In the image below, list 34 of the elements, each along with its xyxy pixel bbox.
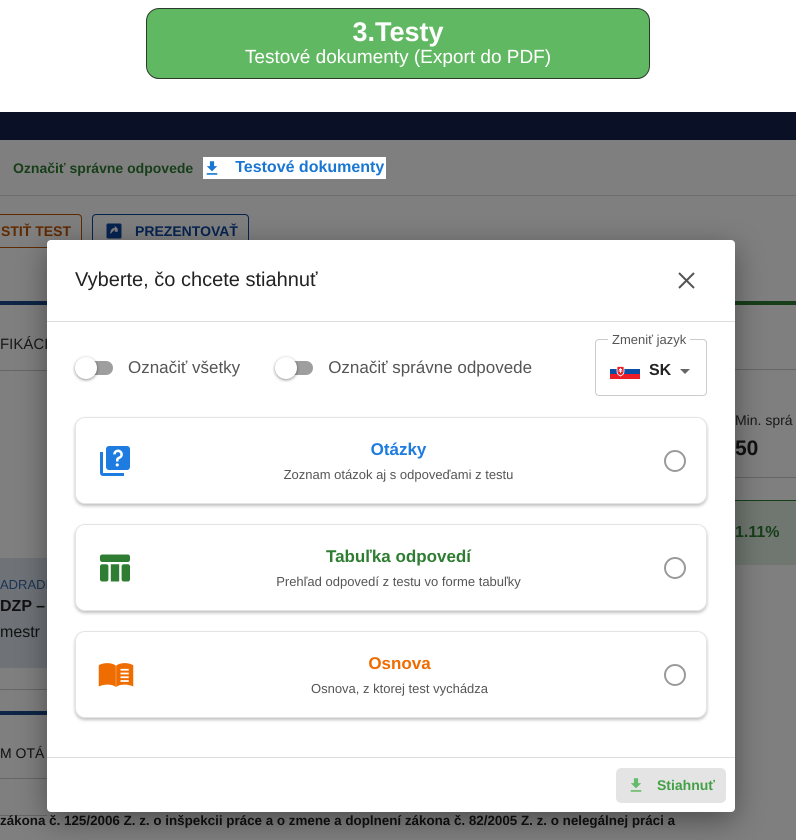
option-description: Zoznam otázok aj s odpoveďami z testu — [284, 466, 514, 482]
documents-link[interactable]: Testové dokumenty — [203, 156, 386, 178]
option-card[interactable]: Osnova Osnova, z ktorej test vychádza — [75, 631, 707, 718]
min-score-value: 50 — [735, 436, 760, 462]
radio-button[interactable] — [664, 664, 686, 686]
toggle-switch[interactable] — [275, 356, 316, 378]
slovak-flag-icon — [610, 364, 640, 378]
option-title: Osnova — [368, 654, 431, 674]
section-heading: FIKÁCI — [0, 335, 47, 355]
option-title: Otázky — [370, 440, 426, 460]
caret-icon — [680, 368, 690, 374]
close-icon — [678, 272, 695, 289]
option-description: Prehľad odpovedí z testu vo forme tabuľky — [276, 574, 521, 588]
percentage-value: 1.11% — [735, 524, 780, 542]
option-title: Tabuľka odpovedí — [326, 546, 472, 566]
law-text: zákona č. 125/2006 Z. z. o inšpekcii práce a o zmene a doplnení zákona č. 82/2005 Z. z. o nelegálnej práci a — [0, 813, 676, 829]
panel-text: mestr — [0, 623, 41, 643]
banner-subtitle: Testové dokumenty (Export do PDF) — [244, 46, 552, 70]
option-card[interactable]: Tabuľka odpovedí Prehľad odpovedí z testu vo forme tabuľky — [75, 524, 707, 611]
list-heading: M OTÁ — [0, 744, 46, 763]
toggle-label: Označiť všetky — [128, 358, 240, 378]
min-score-label: Min. sprá — [735, 411, 794, 429]
radio-button[interactable] — [664, 450, 686, 472]
toggle-switch[interactable] — [75, 356, 115, 378]
language-select[interactable]: Zmeniť jazyk SK — [595, 332, 707, 396]
close-button[interactable] — [678, 272, 695, 289]
dialog-title: Vyberte, čo chcete stiahnuť — [75, 269, 318, 292]
radio-button[interactable] — [664, 556, 686, 578]
option-description: Osnova, z ktorej test vychádza — [310, 680, 488, 696]
banner-title: 3.Testy — [352, 18, 444, 46]
mark-answers-label: Označiť správne odpovede — [13, 160, 194, 176]
option-card[interactable]: Otázky Zoznam otázok aj s odpoveďami z testu — [75, 417, 707, 504]
toggle-label: Označiť správne odpovede — [328, 358, 532, 378]
panel-title: DZP – — [0, 597, 46, 617]
